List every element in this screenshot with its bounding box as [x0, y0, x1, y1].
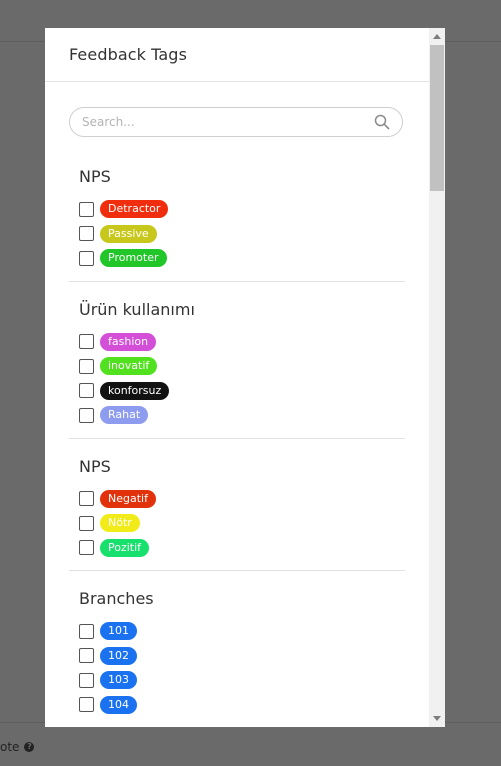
tag-checkbox[interactable]	[79, 334, 94, 350]
scrollbar[interactable]	[429, 28, 445, 727]
tag-row[interactable]: fashion	[79, 330, 405, 355]
tag-row[interactable]: Nötr	[79, 511, 405, 536]
tag-checkbox[interactable]	[79, 407, 94, 423]
tag-checkbox[interactable]	[79, 358, 94, 374]
tag-checkbox[interactable]	[79, 623, 94, 639]
tag-checkbox[interactable]	[79, 201, 94, 217]
modal-body: NPS Detractor Passive Promoter Ürün kullanım…	[45, 83, 429, 727]
tag-badge[interactable]: Nötr	[100, 514, 140, 533]
tag-badge[interactable]: 102	[100, 646, 137, 665]
tag-badge[interactable]: Rahat	[100, 406, 149, 425]
tag-badge[interactable]: 104	[100, 695, 137, 714]
tag-checkbox[interactable]	[79, 672, 94, 688]
modal-header: Feedback Tags	[45, 28, 445, 82]
question-circle-icon[interactable]: ?	[24, 742, 35, 752]
tag-row[interactable]: Pozitif	[79, 536, 405, 561]
tag-row[interactable]: konforsuz	[79, 379, 405, 404]
tag-badge[interactable]: 101	[100, 622, 137, 641]
tag-checkbox[interactable]	[79, 697, 94, 713]
tag-badge[interactable]: Negatif	[100, 489, 156, 508]
tag-groups: NPS Detractor Passive Promoter Ürün kullanım…	[69, 167, 405, 727]
tag-row[interactable]: Promoter	[79, 246, 405, 271]
tag-badge[interactable]: inovatif	[100, 357, 158, 376]
tag-row[interactable]: 102	[79, 644, 405, 669]
tag-row[interactable]: 103	[79, 668, 405, 693]
search-input[interactable]	[82, 115, 370, 129]
tag-checkbox[interactable]	[79, 648, 94, 664]
tag-group-title: Ürün kullanımı	[79, 299, 195, 319]
scroll-up-arrow-icon[interactable]	[433, 34, 441, 39]
tag-row[interactable]: inovatif	[79, 354, 405, 379]
tag-group: NPS Detractor Passive Promoter	[69, 167, 405, 282]
tag-badge[interactable]: Passive	[100, 224, 157, 243]
tag-checkbox[interactable]	[79, 491, 94, 507]
scroll-down-arrow-icon[interactable]	[433, 716, 441, 721]
scroll-thumb[interactable]	[430, 45, 444, 191]
tag-row[interactable]: Rahat	[79, 403, 405, 428]
tag-row[interactable]: Passive	[79, 222, 405, 247]
background-footer-text: ote	[0, 740, 20, 754]
tag-checkbox[interactable]	[79, 250, 94, 266]
tag-checkbox[interactable]	[79, 383, 94, 399]
feedback-tags-modal: Feedback Tags NPS Detractor Passive Promote…	[45, 28, 445, 727]
modal-title: Feedback Tags	[69, 45, 188, 64]
tag-row[interactable]: 101	[79, 619, 405, 644]
tag-badge[interactable]: Detractor	[100, 200, 169, 219]
tag-checkbox[interactable]	[79, 540, 94, 556]
tag-badge[interactable]: Promoter	[100, 249, 167, 268]
tag-badge[interactable]: konforsuz	[100, 381, 170, 400]
tag-badge[interactable]: Pozitif	[100, 538, 150, 557]
tag-group-title: NPS	[79, 167, 111, 186]
search-icon[interactable]	[374, 114, 390, 130]
background-footer: ote ?	[0, 740, 35, 754]
tag-group-title: NPS	[79, 456, 111, 476]
tag-row[interactable]: 104	[79, 693, 405, 718]
search-box[interactable]	[69, 107, 403, 137]
tag-badge[interactable]: 103	[100, 671, 137, 690]
tag-checkbox[interactable]	[79, 226, 94, 242]
tag-row[interactable]: Negatif	[79, 487, 405, 512]
tag-checkbox[interactable]	[79, 515, 94, 531]
tag-badge[interactable]: fashion	[100, 332, 157, 351]
tag-group: NPS Negatif Nötr Pozitif	[69, 456, 405, 571]
tag-group-title: Branches	[79, 589, 154, 608]
tag-row[interactable]: Detractor	[79, 197, 405, 222]
tag-group: Branches 101 102 103 104	[69, 589, 405, 727]
tag-group: Ürün kullanımı fashion inovatif konforsuz Ra…	[69, 300, 405, 439]
